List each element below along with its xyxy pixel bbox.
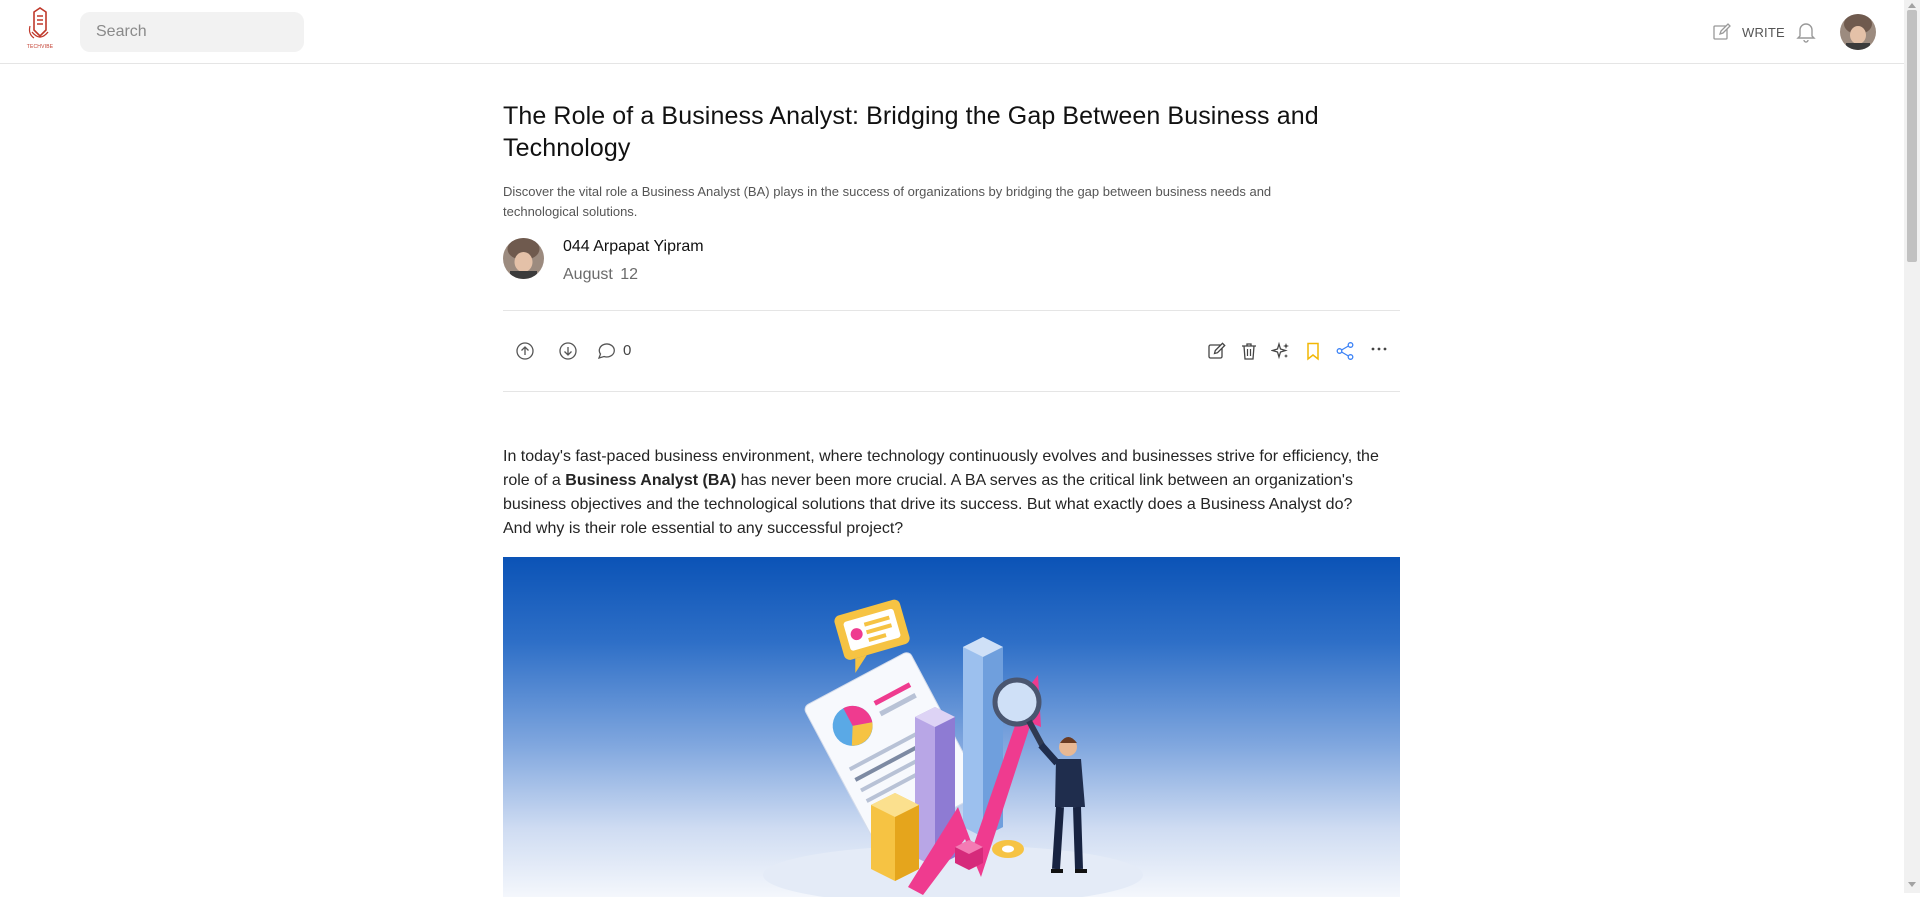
avatar-image	[1840, 14, 1876, 50]
scroll-down-icon[interactable]	[1908, 882, 1916, 888]
author-avatar[interactable]	[503, 238, 544, 279]
business-analytics-illustration	[763, 599, 1143, 897]
article: The Role of a Business Analyst: Bridging…	[503, 100, 1400, 897]
bell-icon[interactable]	[1794, 19, 1818, 43]
upvote-icon[interactable]	[515, 341, 535, 361]
profile-avatar[interactable]	[1840, 14, 1876, 50]
write-label: WRITE	[1742, 24, 1785, 40]
downvote-icon[interactable]	[558, 341, 578, 361]
sparkle-icon[interactable]	[1271, 341, 1291, 361]
trash-icon[interactable]	[1239, 341, 1259, 361]
top-navigation: TECHVIBE WRITE	[0, 0, 1904, 64]
search-input[interactable]	[80, 12, 304, 52]
article-subtitle: Discover the vital role a Business Analy…	[503, 184, 1272, 219]
comment-count: 0	[623, 342, 632, 359]
hero-image	[503, 557, 1400, 897]
publish-date: August 12	[563, 266, 639, 283]
author-name[interactable]: 044 Arpapat Yipram	[563, 238, 704, 256]
pencil-square-icon	[1713, 23, 1731, 40]
bookmark-icon[interactable]	[1303, 341, 1323, 361]
logo-text: TECHVIBE	[26, 44, 54, 50]
techvibe-logo[interactable]: TECHVIBE	[22, 6, 58, 52]
write-button[interactable]: WRITE	[1712, 20, 1785, 44]
divider	[503, 391, 1400, 392]
logo-icon	[28, 7, 49, 39]
avatar-image	[503, 238, 544, 279]
edit-icon[interactable]	[1207, 341, 1227, 361]
scrollbar-thumb[interactable]	[1907, 10, 1917, 262]
article-intro-paragraph: In today's fast-paced business environme…	[503, 445, 1383, 541]
article-action-bar: 0	[503, 311, 1400, 391]
scroll-up-icon[interactable]	[1908, 2, 1916, 8]
comment-icon[interactable]	[596, 341, 616, 361]
share-icon[interactable]	[1335, 341, 1355, 361]
more-icon[interactable]	[1369, 339, 1389, 359]
author-block: 044 Arpapat Yipram August 12	[503, 238, 1400, 294]
article-title: The Role of a Business Analyst: Bridging…	[503, 102, 1319, 162]
intro-bold-term: Business Analyst (BA)	[565, 472, 737, 489]
